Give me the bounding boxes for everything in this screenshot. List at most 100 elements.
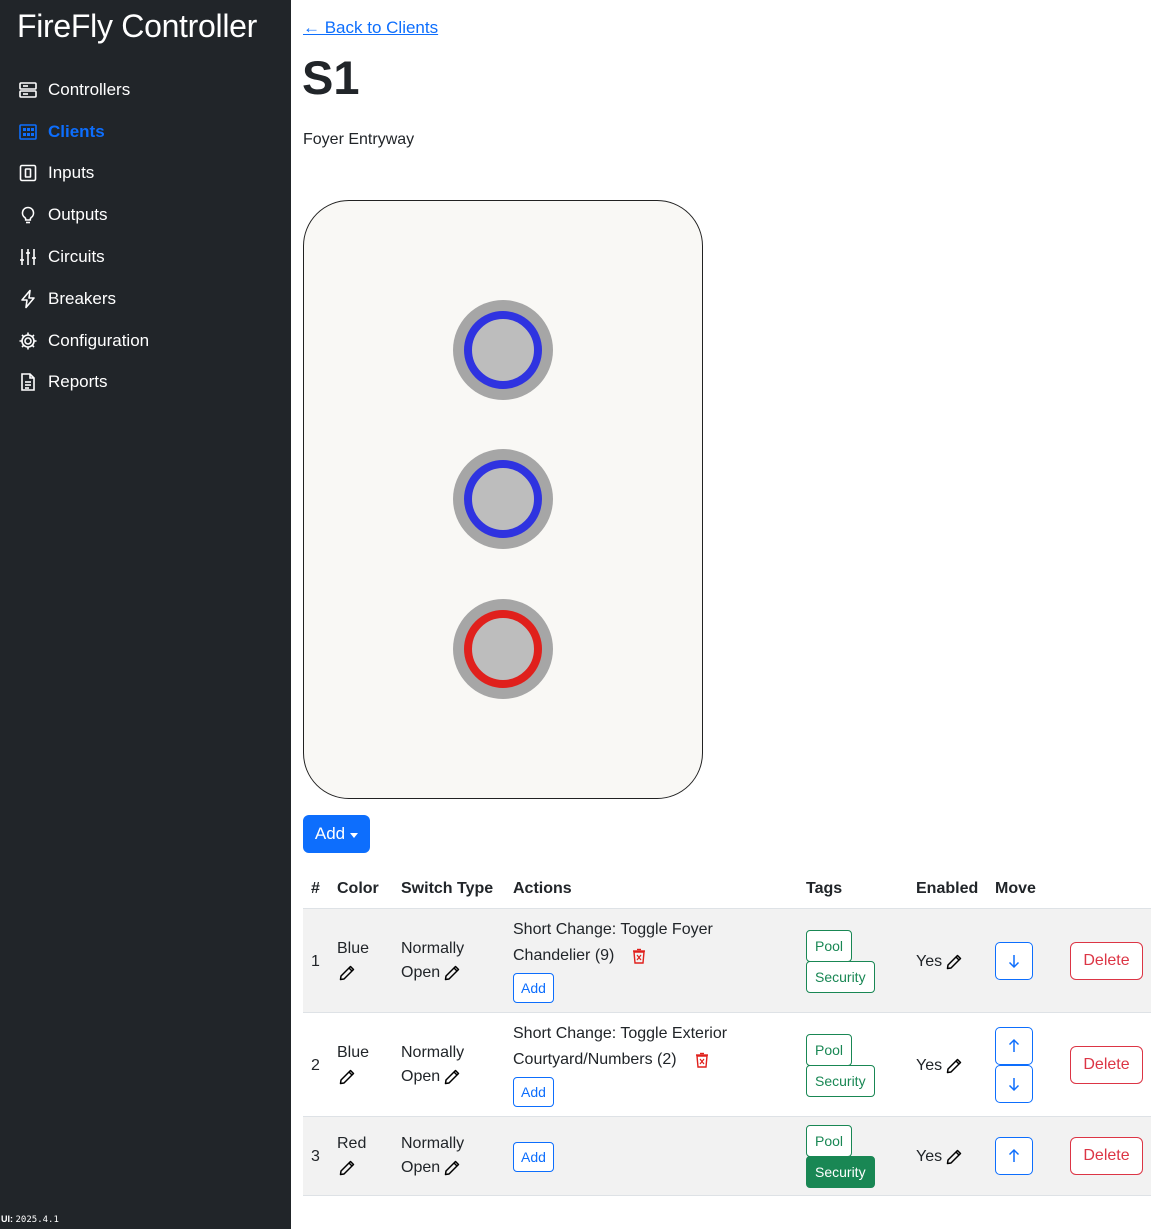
color-value: Blue [337,940,370,957]
actions-cell: Short Change: Toggle Foyer Chandelier (9… [513,917,713,1003]
sidebar-item-label: Configuration [48,330,150,350]
switch-plate [303,200,703,799]
enabled-value: Yes [916,1057,943,1074]
edit-color-pencil-icon[interactable] [339,1069,355,1085]
back-to-clients-link[interactable]: ← Back to Clients [303,18,438,38]
enabled-cell: Yes [916,1148,962,1166]
sidebar: FireFly Controller Controllers Clients I… [0,0,291,1229]
led-ring [464,311,542,389]
edit-enabled-pencil-icon[interactable] [946,1058,962,1074]
switch-button-1[interactable] [453,300,553,400]
header-move: Move [995,880,1036,897]
sidebar-nav: Controllers Clients Inputs Outputs Circu… [0,69,291,403]
tag-security-selected[interactable]: Security [806,1156,875,1188]
sidebar-item-controllers[interactable]: Controllers [0,69,291,111]
sidebar-item-reports[interactable]: Reports [0,362,291,404]
edit-color-pencil-icon[interactable] [339,1160,355,1176]
switch-button-2[interactable] [453,449,553,549]
header-enabled: Enabled [916,880,979,897]
tags-cell: Pool Security [806,1013,886,1117]
sidebar-item-label: Inputs [48,163,95,183]
move-down-button[interactable] [995,1065,1033,1103]
color-cell: Blue [337,937,369,985]
color-value: Blue [337,1044,370,1061]
edit-color-pencil-icon[interactable] [339,965,355,981]
move-cell [995,909,1035,1013]
delete-button[interactable]: Delete [1070,1046,1143,1084]
buttons-table: # Color Switch Type Actions Tags Enabled… [303,871,1151,1196]
tag-pool[interactable]: Pool [806,1125,853,1157]
main-content: ← Back to Clients S1 Foyer Entryway Add … [291,0,1163,1229]
arrow-up-icon [1008,1148,1020,1162]
lightbulb-icon [18,205,38,225]
header-switch-type: Switch Type [401,880,494,897]
gear-icon [18,331,38,351]
move-cell [995,1117,1035,1196]
add-dropdown-button[interactable]: Add [303,815,370,853]
page-description: Foyer Entryway [303,131,415,148]
switch-type-cell: Normally Open [401,1132,464,1180]
move-up-button[interactable] [995,1027,1033,1065]
edit-switch-type-pencil-icon[interactable] [444,1160,460,1176]
row-num: 2 [311,1057,320,1074]
actions-cell: Short Change: Toggle Exterior Courtyard/… [513,1021,727,1107]
sidebar-item-inputs[interactable]: Inputs [0,153,291,195]
tag-pool[interactable]: Pool [806,1034,853,1066]
action-text-line-1: Short Change: Toggle Exterior [513,1025,728,1042]
document-icon [18,372,38,392]
sidebar-item-clients[interactable]: Clients [0,111,291,153]
sidebar-item-label: Clients [48,121,105,141]
led-ring [464,460,542,538]
switch-type-line-1: Normally [401,1044,465,1061]
switch-type-line-1: Normally [401,940,465,957]
delete-button[interactable]: Delete [1070,942,1143,980]
caret-down-icon [350,832,359,838]
enabled-cell: Yes [916,953,962,971]
tag-pool[interactable]: Pool [806,930,853,962]
sidebar-item-circuits[interactable]: Circuits [0,236,291,278]
sidebar-item-breakers[interactable]: Breakers [0,278,291,320]
add-button-label: Add [314,824,346,843]
move-down-button[interactable] [995,942,1033,980]
sidebar-item-outputs[interactable]: Outputs [0,194,291,236]
sidebar-item-label: Controllers [48,79,131,99]
add-action-button[interactable]: Add [513,973,554,1003]
sidebar-item-label: Circuits [48,247,105,267]
header-tags: Tags [806,880,843,897]
table-row: 1 Blue Normally Open Short Change: Toggl… [303,909,1151,1013]
edit-enabled-pencil-icon[interactable] [946,1149,962,1165]
tag-security[interactable]: Security [806,961,875,993]
table-header: # Color Switch Type Actions Tags Enabled… [303,871,1151,909]
arrow-up-icon [1008,1038,1020,1052]
move-up-button[interactable] [995,1137,1033,1175]
sidebar-item-configuration[interactable]: Configuration [0,320,291,362]
switch-type-cell: Normally Open [401,1041,464,1089]
enabled-value: Yes [916,1148,943,1165]
header-actions: Actions [513,880,572,897]
action-text-line-1: Short Change: Toggle Foyer [513,921,713,938]
add-action-button[interactable]: Add [513,1077,554,1107]
switch-type-line-2: Open [401,1159,441,1176]
switch-type-line-1: Normally [401,1135,465,1152]
switch-type-line-2: Open [401,964,441,981]
delete-action-trash-icon[interactable] [632,948,646,964]
header-num: # [311,880,320,897]
switch-type-cell: Normally Open [401,937,464,985]
enabled-cell: Yes [916,1057,962,1075]
arrow-down-icon [1008,955,1020,969]
switch-button-3[interactable] [453,599,553,699]
grid-icon [18,122,38,142]
sidebar-item-label: Reports [48,372,108,392]
color-cell: Red [337,1132,366,1180]
edit-enabled-pencil-icon[interactable] [946,954,962,970]
edit-switch-type-pencil-icon[interactable] [444,1069,460,1085]
edit-switch-type-pencil-icon[interactable] [444,965,460,981]
add-action-button[interactable]: Add [513,1142,554,1172]
led-ring [464,610,542,688]
tag-security[interactable]: Security [806,1065,875,1097]
move-cell [995,1013,1035,1117]
delete-action-trash-icon[interactable] [695,1052,709,1068]
version-label: UI: [1,1214,13,1224]
color-value: Red [337,1135,367,1152]
delete-button[interactable]: Delete [1070,1137,1143,1175]
